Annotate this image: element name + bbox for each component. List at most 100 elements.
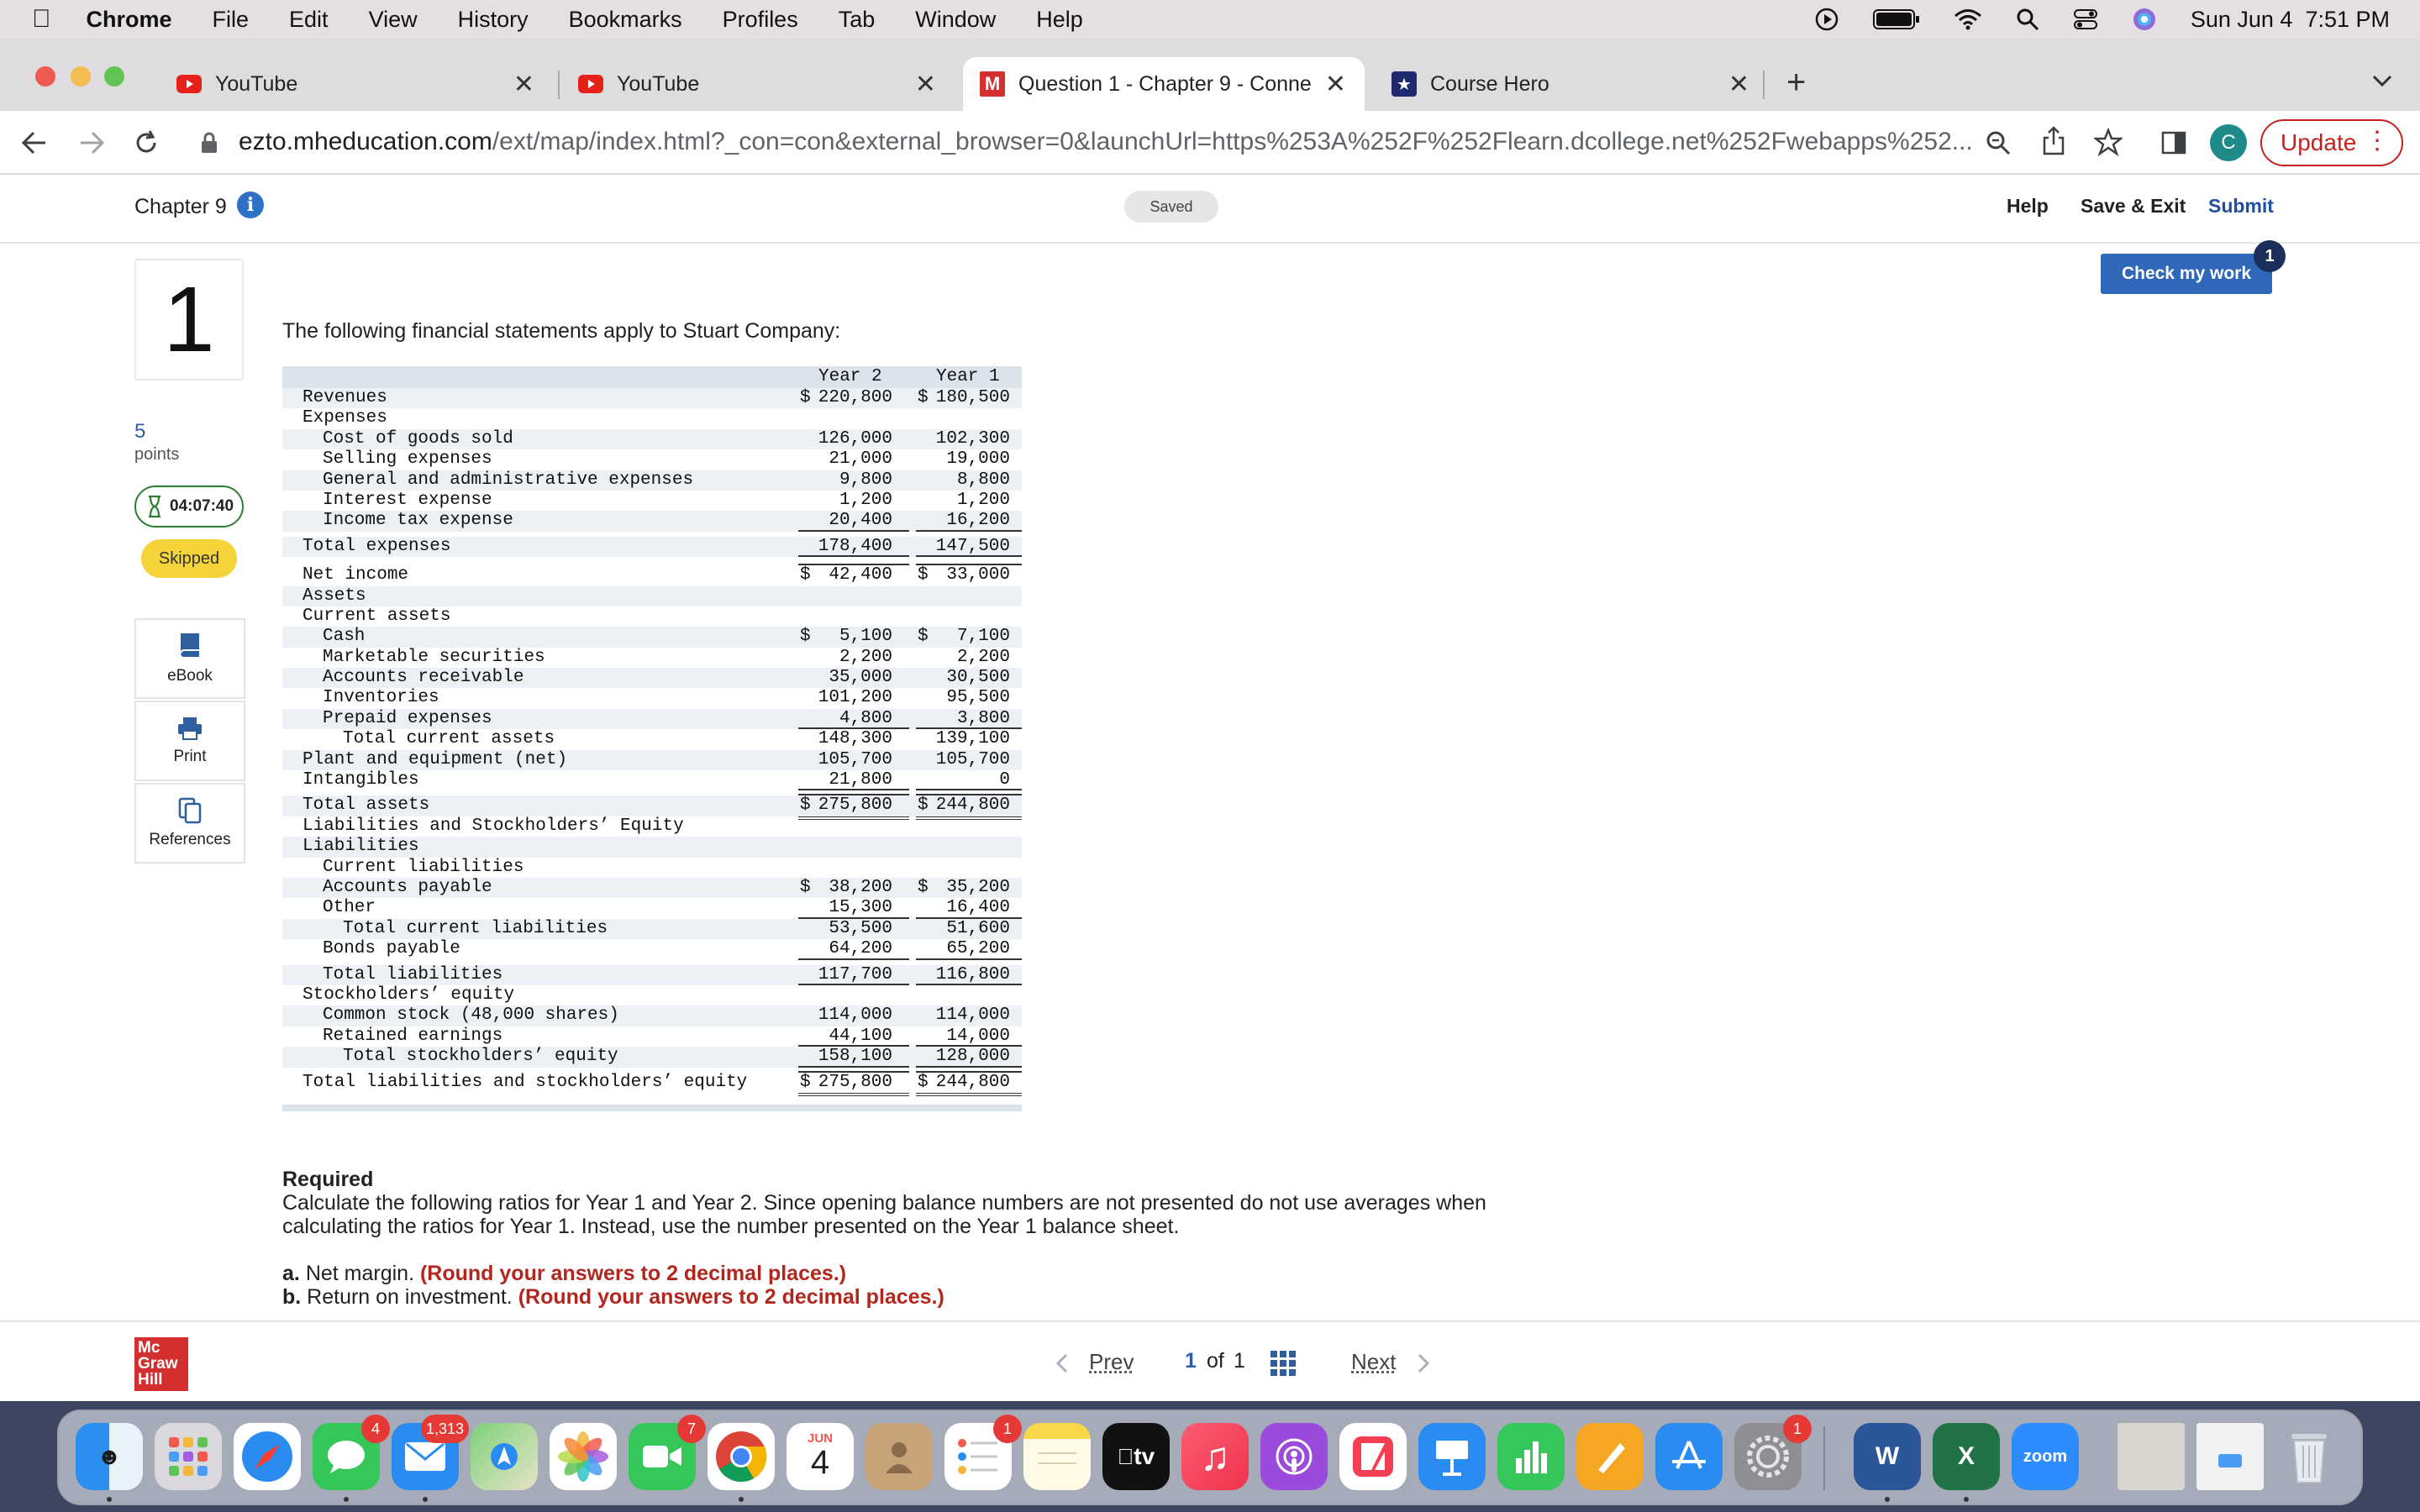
chevron-right-icon[interactable]: [1417, 1352, 1430, 1374]
total-underline: [798, 1065, 909, 1068]
zoom-icon[interactable]: [1985, 129, 2012, 156]
pages-icon[interactable]: [1576, 1423, 1644, 1490]
control-center-icon[interactable]: [2073, 7, 2098, 32]
part-a: a. Net margin. (Round your answers to 2 …: [282, 1262, 1543, 1285]
contacts-icon[interactable]: [865, 1423, 933, 1490]
safari-icon[interactable]: [234, 1423, 301, 1490]
lock-icon[interactable]: [200, 131, 218, 155]
chevron-left-icon[interactable]: [1055, 1352, 1069, 1374]
messages-icon[interactable]: 4: [313, 1415, 390, 1502]
total-underline: [916, 958, 1022, 960]
reminders-icon[interactable]: 1: [944, 1415, 1022, 1490]
downloads-stack-icon[interactable]: [2196, 1423, 2264, 1490]
menu-help[interactable]: Help: [1036, 7, 1083, 33]
row-label: Cost of goods sold: [323, 428, 513, 449]
news-icon[interactable]: [1339, 1423, 1407, 1490]
mail-icon[interactable]: 1,313: [392, 1415, 469, 1502]
year2-value: 105,700: [818, 749, 892, 769]
menu-bookmarks[interactable]: Bookmarks: [569, 7, 682, 33]
zoom-window-button[interactable]: [104, 66, 124, 87]
word-icon[interactable]: W: [1854, 1423, 1921, 1502]
prev-button[interactable]: Prev: [1089, 1349, 1134, 1375]
apple-tv-icon[interactable]: tv: [1102, 1423, 1170, 1490]
facetime-icon[interactable]: 7: [629, 1415, 706, 1490]
row-label: Marketable securities: [323, 647, 545, 667]
menu-file[interactable]: File: [213, 7, 250, 33]
siri-icon[interactable]: [2132, 7, 2157, 32]
update-button[interactable]: Update ⋮: [2260, 119, 2403, 166]
check-my-work-button[interactable]: Check my work: [2101, 254, 2272, 294]
print-button[interactable]: Print: [134, 701, 245, 781]
grid-view-icon[interactable]: [1270, 1351, 1296, 1376]
menu-tab[interactable]: Tab: [839, 7, 876, 33]
app-store-icon[interactable]: [1655, 1423, 1723, 1490]
year1-value: 16,400: [946, 898, 1010, 918]
wifi-icon[interactable]: [1954, 8, 1982, 30]
numbers-icon[interactable]: [1497, 1423, 1565, 1490]
info-icon[interactable]: i: [237, 192, 264, 218]
menu-chrome[interactable]: Chrome: [87, 7, 172, 33]
recent-document-thumbnail[interactable]: [2118, 1423, 2185, 1490]
bookmark-star-icon[interactable]: [2094, 128, 2123, 156]
excel-icon[interactable]: X: [1933, 1423, 2000, 1502]
total-underline: [798, 555, 909, 558]
new-tab-icon[interactable]: +: [1786, 64, 1806, 102]
trash-icon[interactable]: [2275, 1423, 2343, 1490]
tab-search-chevron-icon[interactable]: [2371, 74, 2393, 87]
keynote-icon[interactable]: [1418, 1423, 1486, 1490]
music-icon[interactable]: ♫: [1181, 1423, 1249, 1490]
year2-value: 21,000: [829, 449, 892, 470]
menu-window[interactable]: Window: [915, 7, 996, 33]
launchpad-icon[interactable]: [155, 1423, 222, 1490]
close-tab-icon[interactable]: ✕: [1325, 70, 1346, 99]
ebook-label: eBook: [167, 667, 213, 685]
total-topline: [798, 794, 909, 796]
references-button[interactable]: References: [134, 783, 245, 864]
tab-youtube-2[interactable]: YouTube ✕: [550, 57, 958, 111]
share-icon[interactable]: [2042, 126, 2065, 156]
tab-course-hero[interactable]: ★ Course Hero ✕: [1363, 57, 1771, 111]
menu-edit[interactable]: Edit: [289, 7, 329, 33]
more-vert-icon[interactable]: ⋮: [2365, 126, 2390, 155]
reload-icon[interactable]: [133, 129, 160, 156]
side-panel-icon[interactable]: [2161, 131, 2186, 155]
save-exit-link[interactable]: Save & Exit: [2081, 195, 2186, 218]
apple-icon[interactable]: : [32, 5, 51, 34]
row-label: Interest expense: [323, 490, 492, 510]
chrome-icon[interactable]: [708, 1423, 775, 1502]
battery-icon[interactable]: [1872, 8, 1920, 30]
close-tab-icon[interactable]: ✕: [915, 70, 936, 99]
minimize-window-button[interactable]: [71, 66, 91, 87]
search-icon[interactable]: [2016, 8, 2039, 31]
system-settings-icon[interactable]: 1: [1734, 1415, 1812, 1490]
calendar-icon[interactable]: JUN 4: [786, 1423, 854, 1490]
menu-profiles[interactable]: Profiles: [723, 7, 798, 33]
photos-icon[interactable]: [550, 1423, 617, 1490]
dollar-sign: $: [800, 795, 811, 816]
close-tab-icon[interactable]: ✕: [1728, 70, 1749, 99]
submit-link[interactable]: Submit: [2208, 195, 2274, 218]
next-button[interactable]: Next: [1351, 1349, 1396, 1375]
menu-view[interactable]: View: [369, 7, 418, 33]
podcasts-icon[interactable]: [1260, 1423, 1328, 1490]
play-icon[interactable]: [1814, 7, 1839, 32]
help-link[interactable]: Help: [2007, 195, 2049, 218]
notes-icon[interactable]: [1023, 1423, 1091, 1490]
menu-history[interactable]: History: [458, 7, 529, 33]
tab-question-active[interactable]: M Question 1 - Chapter 9 - Conne ✕: [963, 57, 1365, 111]
back-arrow-icon[interactable]: [20, 129, 49, 156]
url-text[interactable]: ezto.mheducation.com/ext/map/index.html?…: [239, 128, 1973, 156]
forward-arrow-icon[interactable]: [77, 129, 106, 156]
close-window-button[interactable]: [35, 66, 55, 87]
year2-value: 178,400: [818, 536, 892, 556]
profile-avatar[interactable]: C: [2210, 124, 2247, 161]
menubar-clock[interactable]: Sun Jun 4 7:51 PM: [2191, 7, 2390, 33]
close-tab-icon[interactable]: ✕: [513, 70, 534, 99]
finder-icon[interactable]: ☻: [76, 1423, 143, 1502]
zoom-app-icon[interactable]: zoom: [2012, 1423, 2079, 1490]
ebook-button[interactable]: eBook: [134, 618, 245, 699]
tab-youtube-1[interactable]: YouTube ✕: [148, 57, 556, 111]
maps-icon[interactable]: [471, 1423, 538, 1490]
row-label: Liabilities: [302, 837, 419, 857]
printer-icon: [178, 717, 202, 740]
